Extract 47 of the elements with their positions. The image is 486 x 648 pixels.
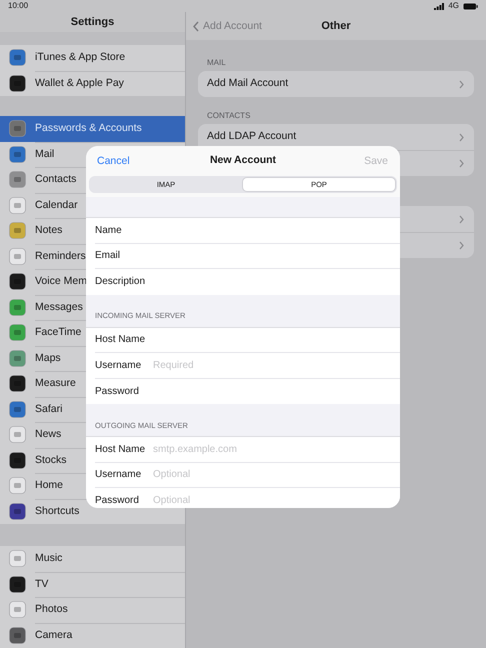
sheet-title: New Account <box>210 153 276 168</box>
field-label[interactable]: Username <box>95 467 153 482</box>
sidebar-item[interactable]: Measure <box>35 376 76 392</box>
sidebar-item[interactable]: FaceTime <box>35 325 82 342</box>
sidebar-item[interactable]: Home <box>35 478 64 494</box>
field-label[interactable]: Host Name <box>95 332 153 348</box>
sidebar-item[interactable]: iTunes & App Store <box>35 50 126 66</box>
field-label[interactable]: Username <box>95 358 153 373</box>
network-label: 4G <box>448 0 459 12</box>
sidebar-item[interactable]: Stocks <box>35 452 67 469</box>
sidebar-item[interactable]: Photos <box>35 602 68 618</box>
sidebar-item[interactable]: Voice Mem <box>35 274 87 290</box>
battery-icon <box>463 2 478 10</box>
input-field[interactable]: Optional <box>153 493 293 508</box>
sidebar-item[interactable]: Reminders <box>35 248 86 265</box>
sidebar-item[interactable]: Notes <box>35 223 62 240</box>
input-field[interactable]: Required <box>153 358 293 373</box>
list-row-label[interactable]: Add LDAP Account <box>207 129 296 145</box>
field-label[interactable]: Host Name <box>95 442 153 457</box>
back-chevron-icon <box>193 21 199 32</box>
status-time: 10:00 <box>8 0 28 12</box>
sidebar-item[interactable]: Music <box>35 550 62 567</box>
sidebar-item[interactable]: Camera <box>35 628 72 644</box>
list-row-label[interactable]: Add Mail Account <box>207 76 288 92</box>
sidebar-item[interactable]: Messages <box>35 300 83 316</box>
input-field[interactable]: smtp.example.com <box>153 442 293 457</box>
signal-icon <box>434 2 444 10</box>
section-header: CONTACTS <box>206 111 252 121</box>
sidebar-item[interactable]: Wallet & Apple Pay <box>35 76 124 92</box>
field-label[interactable]: Description <box>95 274 153 290</box>
sidebar-item[interactable]: Calendar <box>35 198 78 214</box>
sidebar-item[interactable]: Contacts <box>35 172 76 188</box>
section-header: MAIL <box>206 58 227 68</box>
page-title: Other <box>321 18 351 34</box>
input-field[interactable]: Optional <box>153 467 293 482</box>
field-label[interactable]: Password <box>95 384 153 399</box>
sidebar-item[interactable]: Mail <box>35 146 54 163</box>
cancel-button[interactable]: Cancel <box>97 154 130 170</box>
sidebar-item[interactable]: TV <box>35 576 48 593</box>
sidebar-item[interactable]: Maps <box>35 350 61 367</box>
field-label[interactable]: Name <box>95 222 153 238</box>
sidebar-title: Settings <box>70 14 114 30</box>
field-label[interactable]: Email <box>95 248 153 264</box>
field-label[interactable]: Password <box>95 493 153 508</box>
sidebar-item[interactable]: News <box>35 427 62 444</box>
sidebar-item[interactable]: Shortcuts <box>35 504 80 520</box>
sidebar-item[interactable]: Safari <box>35 402 62 418</box>
